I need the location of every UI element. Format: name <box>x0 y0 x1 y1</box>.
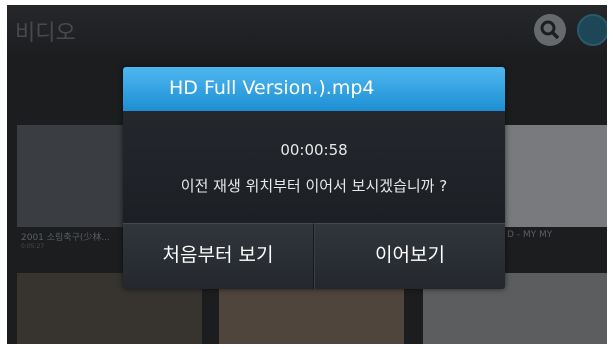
resume-time: 00:00:58 <box>280 141 348 159</box>
start-over-button[interactable]: 처음부터 보기 <box>123 223 314 289</box>
resume-button[interactable]: 이어보기 <box>314 223 505 289</box>
dialog-header: HD Full Version.).mp4 <box>123 67 505 111</box>
dialog-body: 00:00:58 이전 재생 위치부터 이어서 보시겠습니까 ? <box>123 111 505 223</box>
resume-dialog: HD Full Version.).mp4 00:00:58 이전 재생 위치부… <box>123 67 505 289</box>
dialog-message: 이전 재생 위치부터 이어서 보시겠습니까 ? <box>180 177 448 195</box>
dialog-title: HD Full Version.).mp4 <box>169 77 375 99</box>
video-app-screen: 비디오 2001 소림축구(少林... 0:05:27 D - MY MY HD… <box>7 5 607 344</box>
